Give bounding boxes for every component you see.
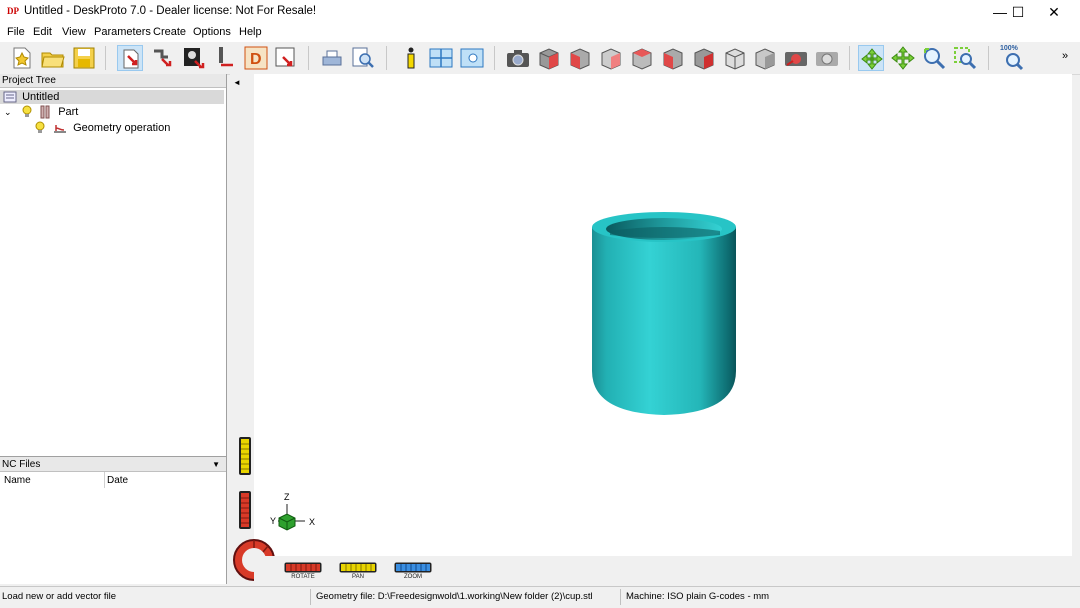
rotate-label: ROTATE bbox=[291, 574, 315, 580]
zoom-100-icon[interactable]: 100% bbox=[999, 45, 1025, 71]
close-button[interactable]: ✕ bbox=[1036, 0, 1072, 24]
title-bar: DP Untitled - DeskProto 7.0 - Dealer lic… bbox=[0, 0, 1080, 24]
view-left-icon[interactable] bbox=[629, 45, 655, 71]
view-back-icon[interactable] bbox=[598, 45, 624, 71]
status-bar: Load new or add vector file Geometry fil… bbox=[0, 586, 1080, 608]
axis-cube-icon bbox=[278, 504, 305, 531]
lightbulb-icon[interactable] bbox=[34, 121, 46, 135]
menu-help[interactable]: Help bbox=[239, 26, 262, 38]
zoom-in-icon[interactable] bbox=[921, 45, 947, 71]
project-icon bbox=[3, 91, 17, 103]
menu-options[interactable]: Options bbox=[193, 26, 231, 38]
camera-icon[interactable] bbox=[505, 45, 531, 71]
view-front-icon[interactable] bbox=[567, 45, 593, 71]
collapse-panel-arrow[interactable]: ◄ bbox=[233, 78, 241, 87]
view-bottom-icon[interactable] bbox=[722, 45, 748, 71]
save-icon[interactable] bbox=[71, 45, 97, 71]
status-hint: Load new or add vector file bbox=[2, 591, 117, 602]
load-geometry-icon[interactable] bbox=[117, 45, 143, 71]
refresh-camera-icon[interactable] bbox=[814, 45, 840, 71]
zoom-100-label: 100% bbox=[1000, 45, 1018, 52]
lightbulb-icon[interactable] bbox=[21, 105, 33, 119]
tool-icon[interactable] bbox=[212, 45, 238, 71]
zoom-label: ZOOM bbox=[404, 574, 422, 580]
toolbar-overflow-icon[interactable]: » bbox=[1062, 50, 1068, 62]
deskproto-d-icon[interactable]: D bbox=[243, 45, 269, 71]
tree-part-label: Part bbox=[58, 106, 79, 118]
window-title: Untitled - DeskProto 7.0 - Dealer licens… bbox=[24, 5, 317, 17]
print-icon[interactable] bbox=[319, 45, 345, 71]
nc-column-date[interactable]: Date bbox=[107, 475, 128, 486]
part-icon bbox=[40, 105, 50, 119]
toolbar: D 100% » bbox=[0, 42, 1080, 75]
left-panel: Project Tree bbox=[0, 74, 227, 584]
pan-wheel-horizontal[interactable] bbox=[339, 562, 377, 573]
project-tree-header: Project Tree bbox=[0, 74, 226, 88]
tree-part-item[interactable]: ⌄ Part bbox=[4, 104, 78, 120]
tree-root-label: Untitled bbox=[22, 91, 60, 103]
maximize-button[interactable]: ☐ bbox=[1000, 0, 1036, 24]
info-icon[interactable] bbox=[398, 45, 424, 71]
tree-operation-label: Geometry operation bbox=[73, 122, 171, 134]
add-vector-icon[interactable] bbox=[150, 45, 176, 71]
render-camera-icon[interactable] bbox=[783, 45, 809, 71]
menu-view[interactable]: View bbox=[62, 26, 86, 38]
geometry-operation-icon bbox=[54, 125, 67, 134]
nc-files-header: NC Files ▼ bbox=[0, 456, 226, 472]
chevron-down-icon[interactable]: ⌄ bbox=[4, 104, 16, 120]
axis-indicator: Z Y X bbox=[268, 490, 324, 538]
tree-operation-item[interactable]: Geometry operation bbox=[34, 120, 170, 136]
menu-bar: File Edit View Parameters Create Options… bbox=[0, 24, 1080, 42]
view-control-strip: ◄ bbox=[230, 74, 254, 584]
nc-column-name[interactable]: Name bbox=[4, 475, 31, 486]
save-nc-icon[interactable] bbox=[273, 45, 299, 71]
pan-wheel-vertical[interactable] bbox=[238, 436, 252, 476]
zoom-wheel-horizontal[interactable] bbox=[394, 562, 432, 573]
tree-root-item[interactable]: Untitled bbox=[3, 89, 59, 105]
print-preview-icon[interactable] bbox=[350, 45, 376, 71]
zoom-window-icon[interactable] bbox=[952, 45, 978, 71]
menu-create[interactable]: Create bbox=[153, 26, 186, 38]
menu-file[interactable]: File bbox=[7, 26, 25, 38]
add-bitmap-icon[interactable] bbox=[181, 45, 207, 71]
view-box-icon[interactable] bbox=[752, 45, 778, 71]
rotate-wheel-horizontal[interactable] bbox=[284, 562, 322, 573]
menu-edit[interactable]: Edit bbox=[33, 26, 52, 38]
rotate-wheel-vertical[interactable] bbox=[238, 490, 252, 530]
single-view-icon[interactable] bbox=[459, 45, 485, 71]
nc-files-title: NC Files bbox=[2, 459, 41, 470]
status-machine: Machine: ISO plain G-codes - mm bbox=[626, 591, 770, 602]
pan-mode-icon[interactable] bbox=[890, 45, 916, 71]
view-right-icon[interactable] bbox=[660, 45, 686, 71]
cup-model[interactable] bbox=[584, 205, 744, 425]
four-views-icon[interactable] bbox=[428, 45, 454, 71]
rotate-mode-icon[interactable] bbox=[858, 45, 884, 71]
dropdown-arrow-icon[interactable]: ▼ bbox=[212, 457, 220, 473]
app-logo-icon: DP bbox=[7, 6, 19, 16]
view-top-icon[interactable] bbox=[691, 45, 717, 71]
menu-parameters[interactable]: Parameters bbox=[94, 26, 151, 38]
status-geometry-file: Geometry file: D:\Freedesignwold\1.worki… bbox=[316, 591, 593, 602]
new-project-icon[interactable] bbox=[9, 45, 35, 71]
view-iso-icon[interactable] bbox=[536, 45, 562, 71]
open-folder-icon[interactable] bbox=[40, 45, 66, 71]
pan-label: PAN bbox=[352, 574, 364, 580]
svg-text:D: D bbox=[250, 51, 262, 68]
